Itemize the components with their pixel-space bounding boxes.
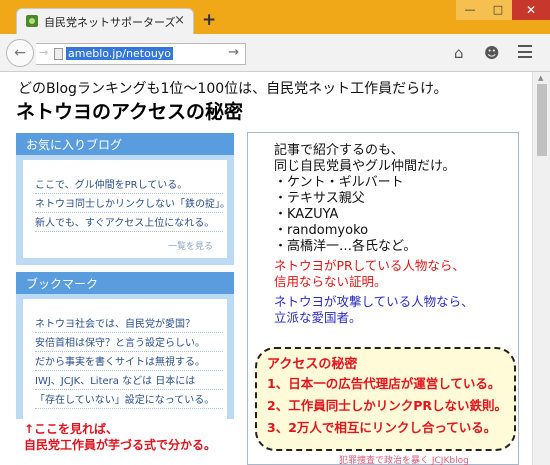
bookmark-link[interactable]: IWJ、JCJK、Litera などは 日本には [35,372,223,390]
browser-tab[interactable]: 自民党ネットサポーターズ × [16,8,194,34]
callout-title: アクセスの秘密 [267,357,358,372]
see-all-link[interactable]: 一覧を見る [168,239,213,252]
menu-icon[interactable] [518,45,532,58]
page-heading-line1: どのBlogランキングも1位〜100位は、自民党ネット工作員だらけ。 [18,81,448,97]
warning-line: 信用ならない証明。 [274,274,387,289]
access-secret-callout: アクセスの秘密 1、日本一の広告代理店が運営している。 2、工作員同士しかリンク… [255,347,516,451]
new-tab-button[interactable]: + [202,12,216,29]
maximize-button[interactable]: □ [484,0,512,20]
left-annotation: ↑ここを見れば、 自民党工作員が芋づる式で分かる。 [24,421,216,453]
favorites-panel: お気に入りブログ ここで、グル仲間をPRしている。 ネトウヨ同士しかリンクしない… [16,133,234,265]
page-content: どのBlogランキングも1位〜100位は、自民党ネット工作員だらけ。 ネトウヨの… [0,72,532,465]
callout-item: 1、日本一の広告代理店が運営している。 [267,376,501,391]
scroll-up-icon[interactable]: ▲ [538,74,543,82]
favorites-list: ここで、グル仲間をPRしている。 ネトウヨ同士しかリンクしない「鉄の掟」。 新人… [23,160,230,258]
site-favicon-icon [26,15,38,27]
minimize-button[interactable]: — [456,0,484,20]
left-annotation-line1: ↑ここを見れば、 [24,422,119,436]
bookmarks-title: ブックマーク [16,272,234,294]
bookmark-link[interactable]: だから事実を書くサイトは無視する。 [35,353,223,371]
favorite-link[interactable]: ネトウヨ同士しかリンクしない「鉄の掟」。 [35,195,230,213]
page-icon [54,48,63,60]
patriot-line: 立派な愛国者。 [274,310,362,325]
go-arrow-icon[interactable]: → [228,45,239,60]
favorite-link[interactable]: 新人でも、すぐアクセス上位になれる。 [35,214,223,232]
callout-item: 3、2万人で相互にリンクし合っている。 [267,420,497,435]
bookmark-link[interactable]: 安倍首相は保守？と言う設定らしい。 [35,334,223,352]
bookmark-link[interactable]: 「存在していない」設定になっている。 [35,391,223,409]
chat-icon[interactable]: ☻ [484,44,500,62]
favorites-title: お気に入りブログ [16,133,234,155]
url-text[interactable]: ameblo.jp/netouyo [66,47,174,60]
tab-close-icon[interactable]: × [174,13,185,28]
left-annotation-line2: 自民党工作員が芋づる式で分かる。 [24,438,217,452]
browser-tab-bar: 自民党ネットサポーターズ × + — □ ✕ [0,0,550,34]
favorite-link[interactable]: ここで、グル仲間をPRしている。 [35,176,223,194]
home-icon[interactable]: ⌂ [454,44,464,62]
scroll-thumb[interactable] [537,84,547,156]
article-line: ・高橋洋一…各氏など。 [274,239,417,254]
close-window-button[interactable]: ✕ [512,0,550,20]
vertical-scrollbar[interactable]: ▲ [532,72,550,465]
callout-item: 2、工作員同士しかリンクPRしない鉄則。 [267,398,507,413]
page-title: ネトウヨのアクセスの秘密 [16,101,244,123]
credit-watermark: 犯罪捜査で政治を暴く JCJKblog [339,456,469,465]
back-button[interactable]: ← [6,39,34,67]
tab-title: 自民党ネットサポーターズ [44,16,176,29]
address-bar[interactable]: → ameblo.jp/netouyo → [36,43,246,65]
bookmarks-list: ネトウヨ社会では、自民党が愛国？ 安倍首相は保守？と言う設定らしい。 だから事実… [23,299,227,419]
forward-icon[interactable]: → [39,46,48,59]
bookmark-link[interactable]: ネトウヨ社会では、自民党が愛国？ [35,315,223,333]
navigation-bar: ← → ameblo.jp/netouyo → ⌂ ☻ [0,34,550,72]
bookmarks-panel: ブックマーク ネトウヨ社会では、自民党が愛国？ 安倍首相は保守？と言う設定らしい… [16,272,234,419]
